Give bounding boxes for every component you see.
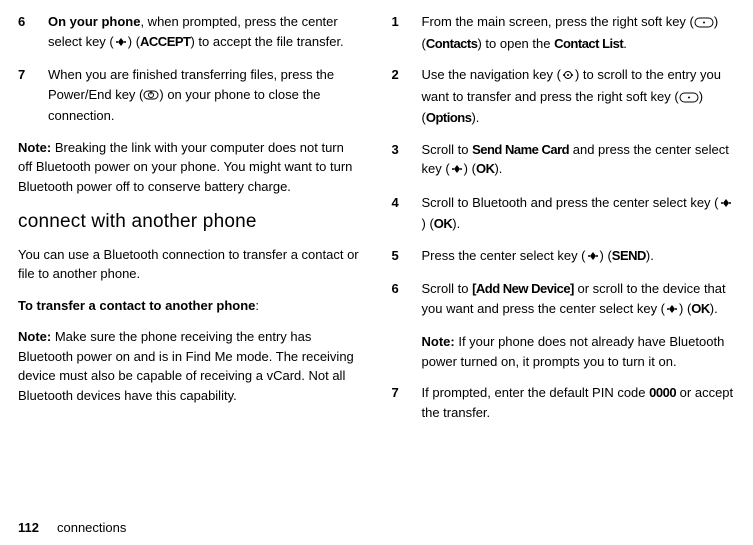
text: Scroll to bbox=[422, 281, 473, 296]
step-number: 1 bbox=[392, 12, 410, 53]
text: ) to open the bbox=[477, 36, 554, 51]
contact-list-label: Contact List bbox=[554, 36, 623, 51]
step-body: On your phone, when prompted, press the … bbox=[48, 12, 362, 53]
text: ). bbox=[452, 216, 460, 231]
text: ) ( bbox=[600, 248, 612, 263]
right-step-4: 4 Scroll to Bluetooth and press the cent… bbox=[392, 193, 736, 234]
left-step-6: 6 On your phone, when prompted, press th… bbox=[18, 12, 362, 53]
soft-key-icon bbox=[694, 14, 714, 34]
note-text: Breaking the link with your computer doe… bbox=[18, 140, 352, 194]
step-body: Scroll to Bluetooth and press the center… bbox=[422, 193, 736, 234]
transfer-tail: : bbox=[255, 298, 259, 313]
ok-label: OK bbox=[434, 216, 453, 231]
text: Use the navigation key ( bbox=[422, 67, 561, 82]
right-step-5: 5 Press the center select key ( ) (SEND). bbox=[392, 246, 736, 268]
nav-key-icon bbox=[561, 67, 575, 87]
step-number: 4 bbox=[392, 193, 410, 234]
heading-connect-another-phone: connect with another phone bbox=[18, 208, 362, 237]
center-select-icon bbox=[114, 34, 128, 54]
right-step-2: 2 Use the navigation key () to scroll to… bbox=[392, 65, 736, 128]
center-select-icon bbox=[665, 301, 679, 321]
step-number: 5 bbox=[392, 246, 410, 268]
step-body: Scroll to [Add New Device] or scroll to … bbox=[422, 279, 736, 320]
note-lead: Note: bbox=[18, 140, 51, 155]
left-step-7: 7 When you are finished transferring fil… bbox=[18, 65, 362, 126]
step-body: If prompted, enter the default PIN code … bbox=[422, 383, 736, 422]
note-lead: Note: bbox=[18, 329, 51, 344]
right-column: 1 From the main screen, press the right … bbox=[392, 12, 736, 434]
step-number: 3 bbox=[392, 140, 410, 181]
center-select-icon bbox=[450, 161, 464, 181]
text: From the main screen, press the right so… bbox=[422, 14, 694, 29]
text: ). bbox=[646, 248, 654, 263]
left-column: 6 On your phone, when prompted, press th… bbox=[18, 12, 362, 434]
text: ) to accept the file transfer. bbox=[190, 34, 343, 49]
add-new-device-label: [Add New Device] bbox=[472, 281, 574, 296]
transfer-lead: To transfer a contact to another phone bbox=[18, 298, 255, 313]
step-body: Press the center select key ( ) (SEND). bbox=[422, 246, 736, 268]
intro-para: You can use a Bluetooth connection to tr… bbox=[18, 245, 362, 284]
text: ). bbox=[471, 110, 479, 125]
text: Scroll to bbox=[422, 142, 473, 157]
send-name-card-label: Send Name Card bbox=[472, 142, 569, 157]
center-select-icon bbox=[719, 195, 733, 215]
text: ). bbox=[494, 161, 502, 176]
on-your-phone: On your phone bbox=[48, 14, 140, 29]
right-step-3: 3 Scroll to Send Name Card and press the… bbox=[392, 140, 736, 181]
step-body: Scroll to Send Name Card and press the c… bbox=[422, 140, 736, 181]
right-step-1: 1 From the main screen, press the right … bbox=[392, 12, 736, 53]
note-lead: Note: bbox=[422, 334, 455, 349]
text: If prompted, enter the default PIN code bbox=[422, 385, 650, 400]
text: ). bbox=[710, 301, 718, 316]
end-key-icon bbox=[143, 87, 159, 107]
text: ) ( bbox=[464, 161, 476, 176]
step-number: 7 bbox=[18, 65, 36, 126]
step-number: 6 bbox=[392, 279, 410, 320]
right-note: Note: If your phone does not already hav… bbox=[422, 332, 736, 371]
transfer-line: To transfer a contact to another phone: bbox=[18, 296, 362, 316]
text: ) ( bbox=[422, 216, 434, 231]
right-step-7: 7 If prompted, enter the default PIN cod… bbox=[392, 383, 736, 422]
center-select-icon bbox=[586, 248, 600, 268]
pin-code: 0000 bbox=[649, 385, 676, 400]
ok-label: OK bbox=[476, 161, 495, 176]
section-name: connections bbox=[57, 520, 126, 535]
step-body: When you are finished transferring files… bbox=[48, 65, 362, 126]
contacts-label: Contacts bbox=[426, 36, 478, 51]
page-number: 112 bbox=[18, 520, 39, 535]
step-body: Use the navigation key () to scroll to t… bbox=[422, 65, 736, 128]
page-columns: 6 On your phone, when prompted, press th… bbox=[18, 12, 735, 434]
options-label: Options bbox=[426, 110, 472, 125]
send-label: SEND bbox=[612, 248, 646, 263]
step-number: 7 bbox=[392, 383, 410, 422]
text: Scroll to Bluetooth and press the center… bbox=[422, 195, 719, 210]
text: ) ( bbox=[679, 301, 691, 316]
step-body: From the main screen, press the right so… bbox=[422, 12, 736, 53]
step-number: 6 bbox=[18, 12, 36, 53]
accept-label: ACCEPT bbox=[140, 34, 190, 49]
left-note-2: Note: Make sure the phone receiving the … bbox=[18, 327, 362, 405]
note-text: If your phone does not already have Blue… bbox=[422, 334, 725, 369]
ok-label: OK bbox=[691, 301, 710, 316]
text: ) ( bbox=[128, 34, 140, 49]
left-note: Note: Breaking the link with your comput… bbox=[18, 138, 362, 197]
soft-key-icon bbox=[679, 89, 699, 109]
text: Press the center select key ( bbox=[422, 248, 586, 263]
step-number: 2 bbox=[392, 65, 410, 128]
text: . bbox=[623, 36, 627, 51]
right-step-6: 6 Scroll to [Add New Device] or scroll t… bbox=[392, 279, 736, 320]
note-text: Make sure the phone receiving the entry … bbox=[18, 329, 354, 403]
page-footer: 112 connections bbox=[18, 518, 126, 538]
